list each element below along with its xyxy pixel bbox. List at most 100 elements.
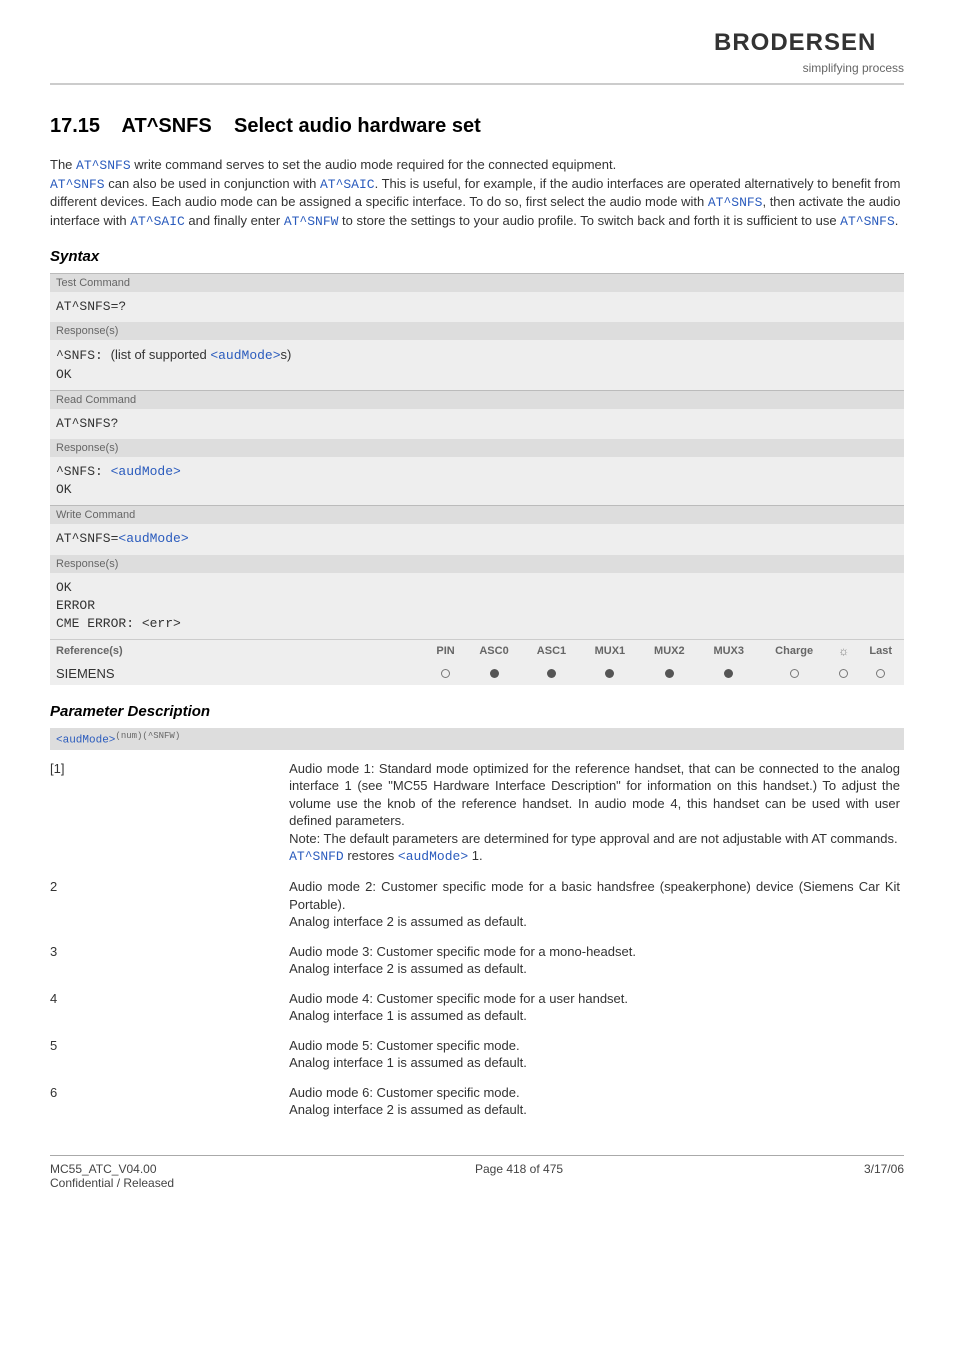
col-charge: Charge [758,640,829,662]
brodersen-logo: BRODERSEN [714,30,904,56]
read-response-body: ^SNFS: <audMode> OK [50,457,904,505]
resp-cme: CME ERROR: <err> [56,616,181,631]
intro-code: AT^SNFS [76,158,131,173]
param-key: 6 [50,1078,289,1125]
test-response-body: ^SNFS: (list of supported <audMode>s) OK [50,340,904,389]
write-response-header: Response(s) [50,555,904,573]
col-asc1: ASC1 [523,640,580,662]
resp-error: ERROR [56,598,95,613]
intro-text: The [50,157,76,172]
param-key: [1] [50,754,289,872]
section-number: 17.15 [50,115,100,137]
param-key: 2 [50,872,289,937]
intro-code: AT^SAIC [130,214,185,229]
dot-filled-icon [605,669,614,678]
val-mux1 [580,662,639,685]
footer-doc-id: MC55_ATC_V04.00 [50,1162,157,1176]
col-last: Last [857,640,904,662]
param-desc-text: Audio mode 1: Standard mode optimized fo… [289,761,900,846]
footer-center: Page 418 of 475 [174,1162,864,1190]
reference-block: Reference(s) PIN ASC0 ASC1 MUX1 MUX2 MUX… [50,639,904,685]
param-code: AT^SNFD [289,849,344,864]
brand-tagline: simplifying process [714,61,904,75]
table-row: 6 Audio mode 6: Customer specific mode. … [50,1078,904,1125]
param-desc: Audio mode 2: Customer specific mode for… [289,872,904,937]
param-tag-header: <audMode>(num)(^SNFW) [50,728,904,750]
val-mux3 [699,662,758,685]
col-asc0: ASC0 [465,640,522,662]
resp-code: ^SNFS: [56,464,111,479]
param-key: 5 [50,1031,289,1078]
intro-code: AT^SNFS [708,195,763,210]
read-command-header: Read Command [50,391,904,409]
cmd-param: <audMode> [118,531,188,546]
resp-param: <audMode> [210,348,280,363]
read-response-header: Response(s) [50,439,904,457]
brand-block: BRODERSEN simplifying process [714,30,904,75]
resp-ok: OK [56,367,72,382]
intro-paragraph: The AT^SNFS write command serves to set … [50,156,904,230]
dot-open-icon [441,669,450,678]
resp-text: s) [281,347,292,362]
reference-value-row: SIEMENS [50,662,904,685]
write-command-header: Write Command [50,506,904,524]
param-key: 4 [50,984,289,1031]
param-desc: Audio mode 6: Customer specific mode. An… [289,1078,904,1125]
param-desc: Audio mode 4: Customer specific mode for… [289,984,904,1031]
intro-text: and finally enter [185,213,284,228]
val-pin [426,662,466,685]
val-asc1 [523,662,580,685]
resp-text: (list of supported [111,347,211,362]
intro-code: AT^SNFS [50,177,105,192]
param-desc: Audio mode 5: Customer specific mode. An… [289,1031,904,1078]
write-command-cmd: AT^SNFS=<audMode> [50,524,904,554]
table-row: 2 Audio mode 2: Customer specific mode f… [50,872,904,937]
param-key: 3 [50,937,289,984]
intro-code: AT^SAIC [320,177,375,192]
dot-open-icon [876,669,885,678]
dot-filled-icon [547,669,556,678]
param-desc-text: 1. [468,848,482,863]
param-desc-text: restores [344,848,398,863]
sun-icon: ☼ [838,644,849,658]
brand-name: BRODERSEN [714,30,876,56]
intro-text: to store the settings to your audio prof… [338,213,840,228]
intro-text: write command serves to set the audio mo… [131,157,617,172]
reference-vendor: SIEMENS [50,662,426,685]
col-mux2: MUX2 [640,640,699,662]
write-command-block: Write Command AT^SNFS=<audMode> Response… [50,505,904,639]
table-row: 4 Audio mode 4: Customer specific mode f… [50,984,904,1031]
section-text: Select audio hardware set [234,115,481,137]
intro-text: can also be used in conjunction with [105,176,320,191]
param-tag: <audMode> [56,735,115,747]
page-footer: MC55_ATC_V04.00 Confidential / Released … [50,1155,904,1190]
footer-right: 3/17/06 [864,1162,904,1190]
val-mux2 [640,662,699,685]
params-heading: Parameter Description [50,703,904,720]
footer-confidentiality: Confidential / Released [50,1176,174,1190]
section-cmd: AT^SNFS [122,115,212,137]
section-title: 17.15 AT^SNFS Select audio hardware set [50,115,904,138]
page-header: BRODERSEN simplifying process [50,30,904,85]
intro-code: AT^SNFS [840,214,895,229]
col-pin: PIN [426,640,466,662]
param-desc: Audio mode 1: Standard mode optimized fo… [289,754,904,872]
dot-open-icon [839,669,848,678]
val-sun [830,662,858,685]
param-table: [1] Audio mode 1: Standard mode optimize… [50,754,904,1125]
param-code: <audMode> [398,849,468,864]
val-charge [758,662,829,685]
param-desc: Audio mode 3: Customer specific mode for… [289,937,904,984]
cmd-prefix: AT^SNFS= [56,531,118,546]
reference-header: Reference(s) [50,640,426,662]
table-row: 5 Audio mode 5: Customer specific mode. … [50,1031,904,1078]
dot-open-icon [790,669,799,678]
resp-code: ^SNFS: [56,348,111,363]
val-last [857,662,904,685]
syntax-heading: Syntax [50,248,904,265]
intro-code: AT^SNFW [284,214,339,229]
read-command-cmd: AT^SNFS? [50,409,904,439]
test-command-cmd: AT^SNFS=? [50,292,904,322]
dot-filled-icon [724,669,733,678]
intro-text: . [895,213,899,228]
